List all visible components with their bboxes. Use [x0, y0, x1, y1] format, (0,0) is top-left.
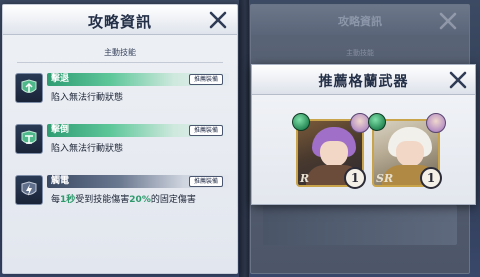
weapon-rarity: SR	[376, 172, 394, 185]
recommended-gear-button[interactable]: 推薦裝備	[188, 125, 223, 136]
popup-title: 推薦格蘭武器	[318, 74, 409, 90]
weapon-rarity: R	[300, 172, 310, 185]
close-icon	[209, 11, 227, 29]
weapon-level: 1	[420, 167, 442, 189]
skill-row-knockdown: 擊倒 推薦裝備 陷入無法行動狀態	[15, 122, 229, 162]
portrait-face	[320, 141, 348, 167]
weapon-level: 1	[344, 167, 366, 189]
desc-highlight: 20%	[129, 195, 151, 205]
skill-description: 每1秒受到技能傷害20%的固定傷害	[51, 192, 196, 205]
recommended-weapons-popup: 推薦格蘭武器 R 1 SR 1	[251, 64, 476, 205]
strategy-info-panel: 攻略資訊 主動技能 擊退 推薦裝備 陷入無法行動狀態 擊倒 推薦裝備 陷入無法行…	[2, 4, 238, 274]
wind-element-icon	[368, 113, 386, 131]
weapon-card-2[interactable]: SR 1	[368, 113, 446, 189]
skill-name: 擊退	[51, 74, 70, 84]
wind-element-icon	[292, 113, 310, 131]
dimmed-close-button	[437, 10, 459, 32]
skill-name: 觸電	[51, 176, 70, 186]
desc-text: 每	[51, 195, 61, 205]
weapon-card-1[interactable]: R 1	[292, 113, 370, 189]
character-avatar	[426, 113, 446, 133]
skill-shock-icon	[15, 175, 43, 205]
panel-header: 攻略資訊	[3, 5, 237, 35]
skill-row-shock: 觸電 推薦裝備 每1秒受到技能傷害20%的固定傷害	[15, 173, 229, 213]
skill-description: 陷入無法行動狀態	[51, 93, 124, 103]
skill-knockdown-icon	[15, 124, 43, 154]
skill-row-knockback: 擊退 推薦裝備 陷入無法行動狀態	[15, 71, 229, 111]
popup-header: 推薦格蘭武器	[252, 65, 475, 95]
desc-highlight: 1秒	[60, 195, 76, 205]
popup-close-button[interactable]	[447, 69, 469, 91]
character-avatar	[350, 113, 370, 133]
recommended-gear-button[interactable]: 推薦裝備	[188, 74, 223, 85]
dimmed-header: 攻略資訊	[251, 5, 469, 35]
desc-text: 的固定傷害	[150, 195, 196, 205]
skill-knockback-icon	[15, 73, 43, 103]
close-icon	[449, 71, 467, 89]
close-icon	[439, 12, 457, 30]
panel-divider	[239, 0, 249, 277]
skill-description: 陷入無法行動狀態	[51, 144, 124, 154]
section-divider	[17, 62, 223, 63]
dimmed-row	[263, 205, 457, 245]
recommended-gear-button[interactable]: 推薦裝備	[188, 176, 223, 187]
desc-text: 受到技能傷害	[75, 195, 130, 205]
dimmed-subtitle: 主動技能	[346, 49, 374, 57]
close-button[interactable]	[207, 9, 229, 31]
section-label: 主動技能	[104, 48, 136, 57]
portrait-face	[396, 141, 424, 167]
skill-name: 擊倒	[51, 125, 70, 135]
panel-title: 攻略資訊	[87, 13, 152, 31]
